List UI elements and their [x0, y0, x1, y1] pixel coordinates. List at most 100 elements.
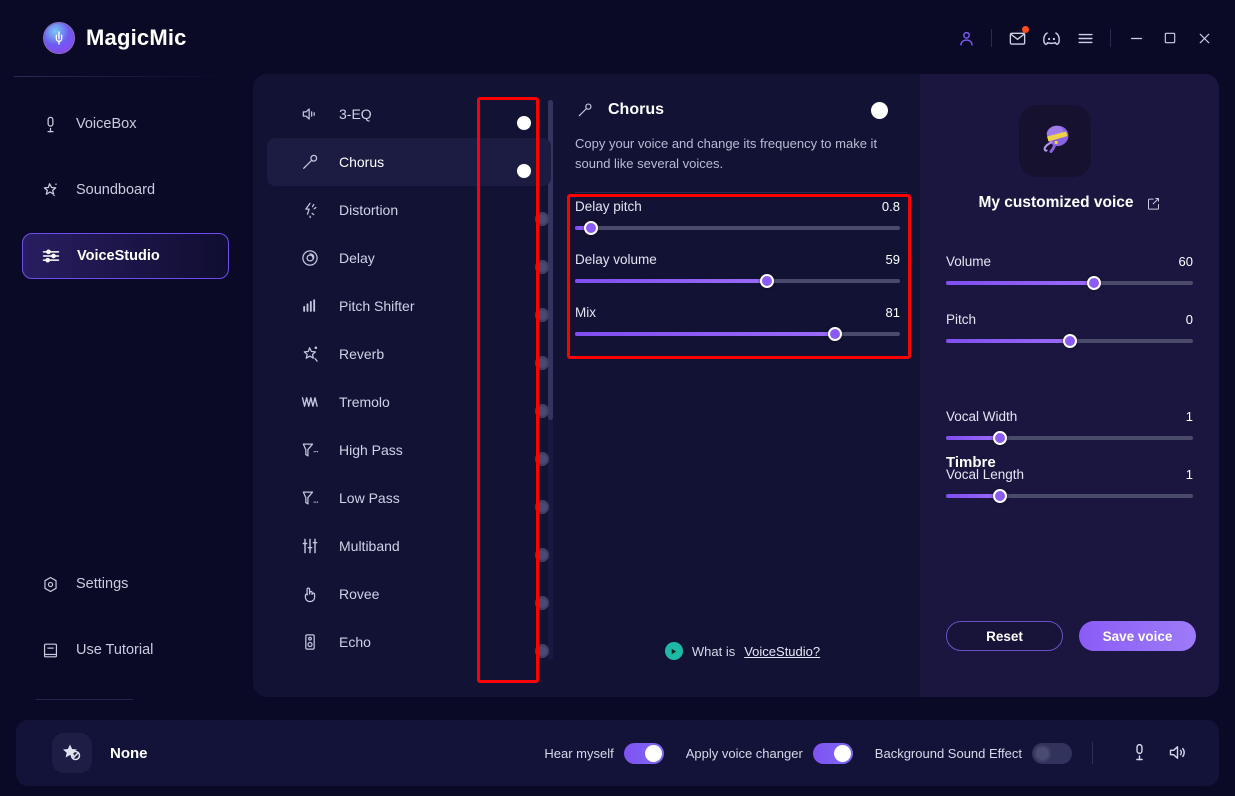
slider-label: Volume	[946, 254, 992, 269]
voice-avatar[interactable]	[1019, 105, 1091, 177]
slider-label: Pitch	[946, 312, 977, 327]
timbre-slider-vocal-width: Vocal Width 1	[946, 409, 1193, 445]
hand-icon	[299, 583, 321, 605]
book-icon	[40, 640, 60, 660]
play-circle-icon	[664, 642, 683, 660]
mail-icon[interactable]	[1000, 21, 1034, 55]
slider-track[interactable]	[575, 327, 900, 341]
slider-thumb[interactable]	[1087, 276, 1102, 290]
slider-track[interactable]	[946, 431, 1193, 445]
effect-label: Chorus	[339, 154, 385, 170]
current-voice-chip[interactable]: None	[52, 733, 148, 773]
effects-column: 3-EQ Chorus Distortion Delay Pitch Shifter Re…	[253, 74, 563, 697]
effect-detail-column: Chorus Copy your voice and change its fr…	[565, 74, 920, 697]
slider-thumb[interactable]	[1062, 334, 1077, 348]
voicestudio-link-text[interactable]: VoiceStudio?	[744, 644, 820, 659]
apply-voice-changer-label: Apply voice changer	[685, 745, 803, 761]
microphone2-icon	[299, 151, 321, 173]
slider-label: Delay pitch	[575, 199, 642, 214]
sidebar-item-voicestudio[interactable]: VoiceStudio	[22, 233, 229, 279]
effect-row-chorus[interactable]: Chorus	[267, 138, 551, 186]
sidebar-item-soundboard[interactable]: Soundboard	[22, 167, 229, 213]
effect-row-reverb[interactable]: Reverb	[267, 330, 551, 378]
brand: MagicMic	[43, 22, 187, 54]
microphone2-icon	[575, 100, 595, 120]
effect-row-3-eq[interactable]: 3-EQ	[267, 90, 551, 138]
what-is-prefix: What is	[691, 643, 736, 659]
slider-track[interactable]	[575, 221, 900, 235]
echo-icon	[299, 631, 321, 653]
menu-icon[interactable]	[1068, 21, 1102, 55]
effect-row-low-pass[interactable]: Low Pass	[267, 474, 551, 522]
sidebar-item-use-tutorial[interactable]: Use Tutorial	[22, 627, 229, 673]
background-sound-effect-toggle[interactable]	[1032, 742, 1072, 764]
close-icon[interactable]	[1187, 21, 1221, 55]
slider-value: 59	[885, 252, 900, 267]
timbre-slider-vocal-length: Vocal Length 1	[946, 467, 1193, 503]
voice-slider-pitch: Pitch 0	[946, 312, 1193, 348]
effect-label: Delay	[339, 250, 375, 266]
spiral-icon	[299, 247, 321, 269]
sliders-icon	[41, 246, 61, 266]
apply-voice-changer-toggle[interactable]	[812, 742, 853, 764]
effect-row-pitch-shifter[interactable]: Pitch Shifter	[267, 282, 551, 330]
effect-row-echo[interactable]: Echo	[267, 618, 551, 666]
discord-icon[interactable]	[1034, 21, 1068, 55]
slider-track[interactable]	[575, 274, 900, 288]
speaker-icon	[299, 103, 321, 125]
effect-label: High Pass	[339, 442, 403, 458]
effect-row-tremolo[interactable]: Tremolo	[267, 378, 551, 426]
effect-row-distortion[interactable]: Distortion	[267, 186, 551, 234]
reset-button[interactable]: Reset	[946, 621, 1063, 651]
effect-label: Rovee	[339, 586, 380, 602]
slider-track[interactable]	[946, 334, 1193, 348]
sidebar-nav: VoiceBox Soundboard VoiceStudio	[0, 101, 253, 279]
save-voice-button[interactable]: Save voice	[1079, 621, 1196, 651]
sidebar-item-label: VoiceBox	[76, 116, 137, 132]
effect-row-high-pass[interactable]: High Pass	[267, 426, 551, 474]
slider-value: 0	[1185, 312, 1193, 327]
slider-thumb[interactable]	[993, 431, 1008, 445]
effect-label: Pitch Shifter	[339, 298, 415, 314]
multiband-icon	[299, 535, 321, 557]
voice-slider-volume: Volume 60	[946, 254, 1193, 290]
slider-thumb[interactable]	[993, 489, 1008, 503]
slider-label: Delay volume	[575, 252, 657, 267]
divider	[1110, 29, 1111, 47]
hear-myself-toggle[interactable]	[623, 742, 664, 764]
divider	[1092, 742, 1093, 764]
maximize-icon[interactable]	[1153, 21, 1187, 55]
effect-label: Tremolo	[339, 394, 390, 410]
title-bar: MagicMic	[0, 0, 1235, 76]
slider-label: Vocal Length	[946, 467, 1025, 482]
sidebar-item-label: VoiceStudio	[77, 248, 160, 264]
slider-thumb[interactable]	[584, 221, 599, 235]
minimize-icon[interactable]	[1119, 21, 1153, 55]
magic-star-icon	[40, 180, 60, 200]
slider-track[interactable]	[946, 489, 1193, 503]
divider	[991, 29, 992, 47]
current-voice-label: None	[110, 744, 148, 762]
microphone-level-icon[interactable]	[1129, 742, 1151, 764]
effect-row-delay[interactable]: Delay	[267, 234, 551, 282]
wave-icon	[299, 391, 321, 413]
slider-thumb[interactable]	[828, 327, 842, 341]
slider-mix: Mix 81	[575, 305, 900, 341]
edit-icon[interactable]	[1146, 196, 1161, 211]
sidebar-item-settings[interactable]: Settings	[22, 561, 229, 607]
slider-thumb[interactable]	[759, 274, 774, 288]
slider-delay-volume: Delay volume 59	[575, 252, 900, 288]
effect-row-rovee[interactable]: Rovee	[267, 570, 551, 618]
effect-row-multiband[interactable]: Multiband	[267, 522, 551, 570]
sidebar-item-voicebox[interactable]: VoiceBox	[22, 101, 229, 147]
speaker-level-icon[interactable]	[1167, 742, 1189, 764]
star-none-icon	[52, 733, 92, 773]
sidebar-item-label: Settings	[76, 576, 129, 592]
what-is-voicestudio-link[interactable]: What is VoiceStudio?	[565, 642, 920, 660]
sidebar-item-label: Use Tutorial	[76, 642, 154, 658]
account-icon[interactable]	[949, 21, 983, 55]
effect-label: 3-EQ	[339, 106, 372, 122]
slider-track[interactable]	[946, 276, 1193, 290]
sidebar-divider	[14, 76, 231, 77]
slider-label: Mix	[575, 305, 596, 320]
